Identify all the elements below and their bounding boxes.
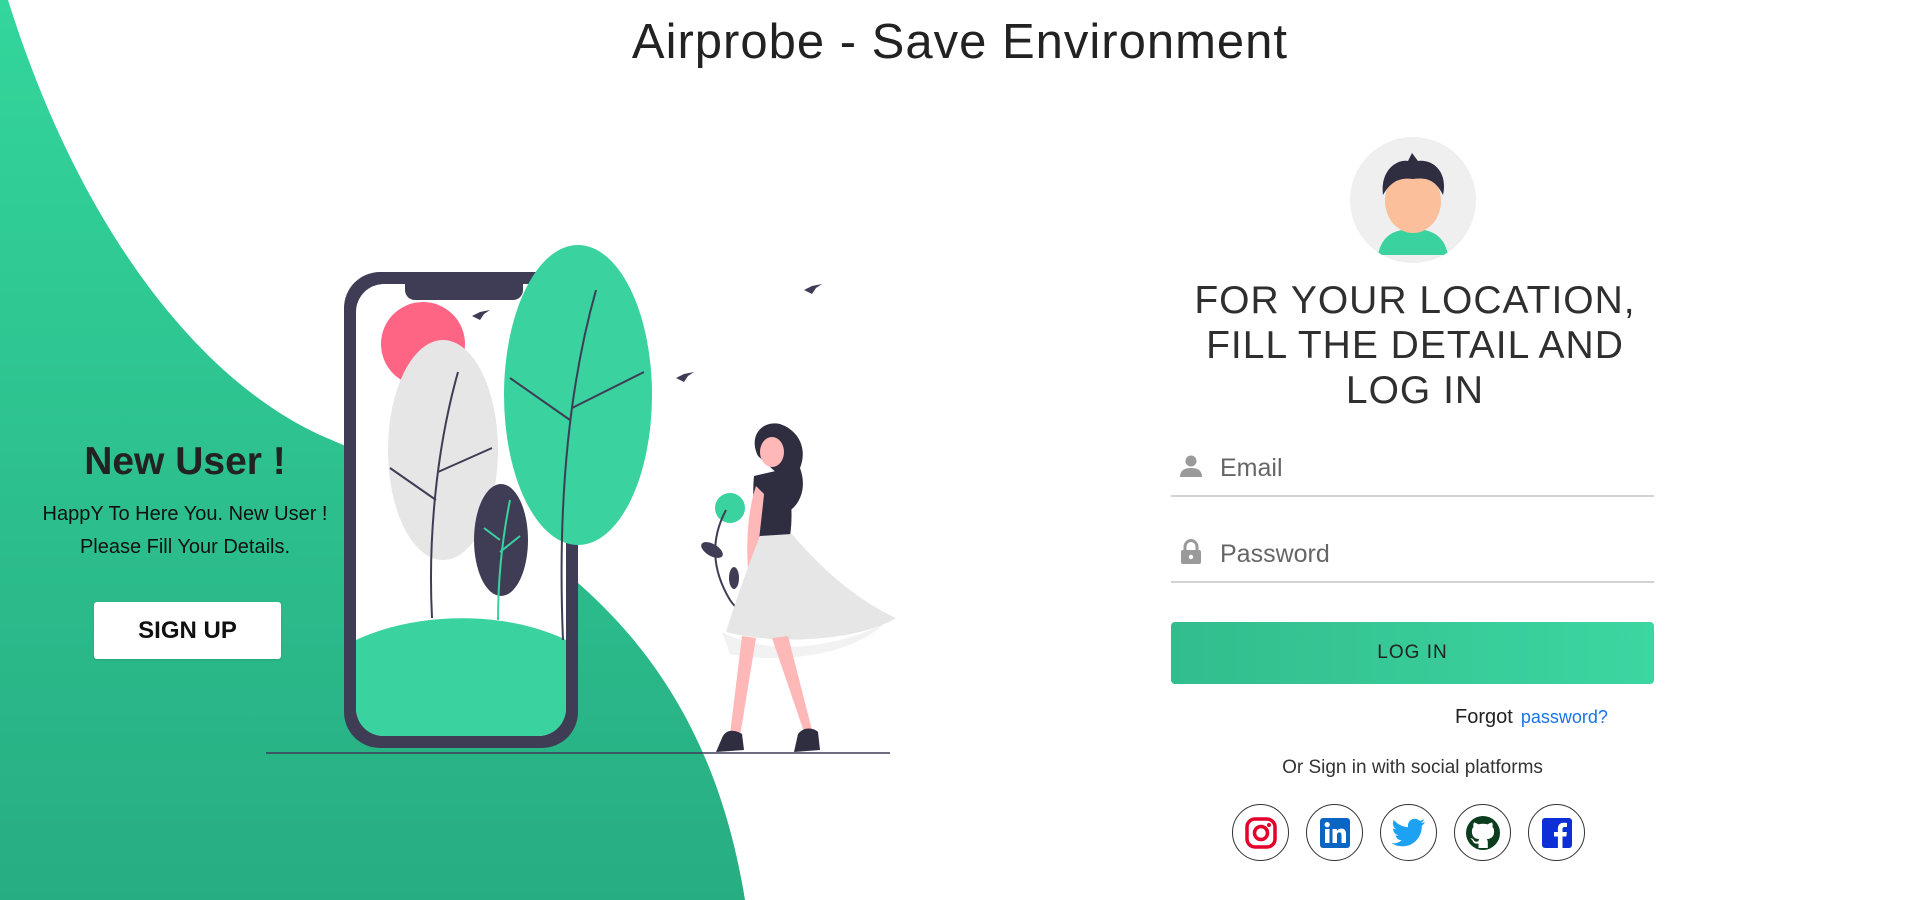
instagram-icon xyxy=(1244,816,1277,849)
user-avatar-icon xyxy=(1378,153,1448,255)
github-button[interactable] xyxy=(1454,804,1511,861)
password-input[interactable] xyxy=(1218,535,1642,573)
login-button[interactable]: LOG IN xyxy=(1171,622,1654,684)
email-input[interactable] xyxy=(1218,449,1642,487)
email-field-container xyxy=(1171,441,1654,497)
forgot-password: Forgot password? xyxy=(1455,706,1608,729)
avatar xyxy=(1350,137,1476,263)
password-field-container xyxy=(1171,527,1654,583)
github-icon xyxy=(1465,815,1500,850)
forgot-text: Forgot xyxy=(1455,706,1513,728)
login-heading-line-3: LOG IN xyxy=(1345,369,1485,412)
signup-button[interactable]: SIGN UP xyxy=(94,602,281,659)
login-heading-line-2: FILL THE DETAIL AND xyxy=(1206,324,1624,367)
new-user-line-2: Please Fill Your Details. xyxy=(79,536,291,558)
instagram-button[interactable] xyxy=(1232,804,1289,861)
login-heading: FOR YOUR LOCATION, FILL THE DETAIL AND L… xyxy=(1150,278,1680,413)
facebook-button[interactable] xyxy=(1528,804,1585,861)
login-heading-line-1: FOR YOUR LOCATION, xyxy=(1194,279,1636,322)
twitter-icon xyxy=(1391,818,1425,846)
lock-icon xyxy=(1181,539,1201,564)
social-signin-text: Or Sign in with social platforms xyxy=(1282,757,1543,778)
twitter-button[interactable] xyxy=(1380,804,1437,861)
linkedin-icon xyxy=(1319,817,1350,848)
linkedin-button[interactable] xyxy=(1306,804,1363,861)
user-icon xyxy=(1180,455,1202,477)
social-links xyxy=(1232,804,1592,864)
page-title: Airprobe - Save Environment xyxy=(631,15,1289,69)
phone-woman-illustration xyxy=(266,245,896,754)
forgot-password-link[interactable]: password? xyxy=(1521,707,1608,727)
facebook-icon xyxy=(1541,817,1572,848)
